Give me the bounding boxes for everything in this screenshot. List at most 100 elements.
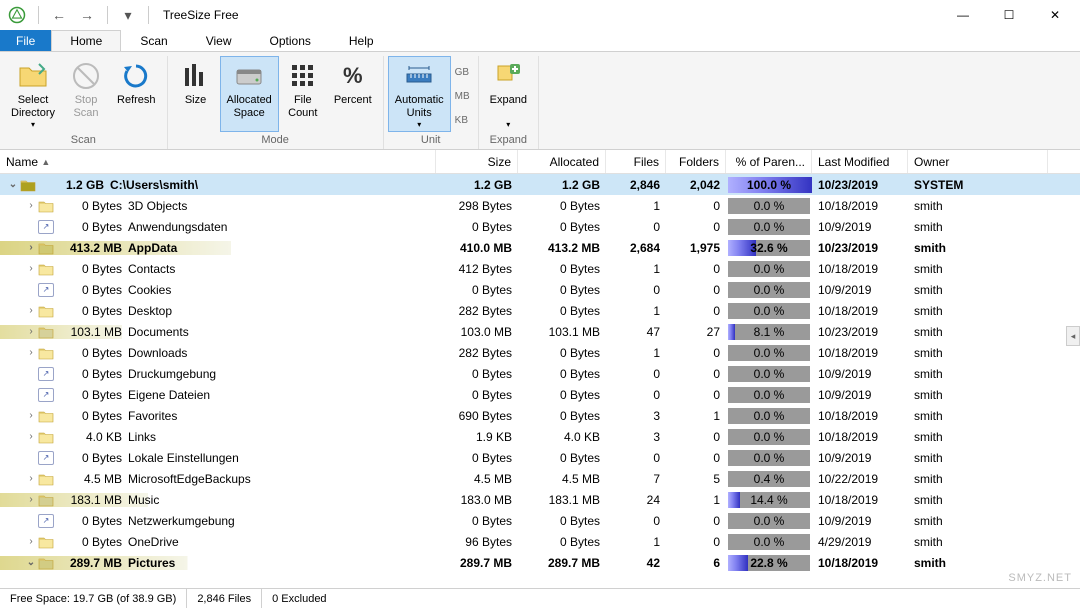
row-name: OneDrive (128, 535, 179, 549)
expander-icon[interactable]: ⌄ (6, 179, 20, 190)
expander-icon[interactable]: › (24, 242, 38, 253)
mode-filecount-button[interactable]: File Count (279, 56, 327, 132)
expander-icon[interactable]: › (24, 305, 38, 316)
tree-row[interactable]: 0 BytesNetzwerkumgebung0 Bytes0 Bytes000… (0, 510, 1080, 531)
folder-icon (38, 535, 54, 549)
mode-size-button[interactable]: Size (172, 56, 220, 132)
row-name: Favorites (128, 409, 177, 423)
row-name: MicrosoftEdgeBackups (128, 472, 251, 486)
expander-icon[interactable]: › (24, 263, 38, 274)
folder-icon (38, 472, 54, 486)
expander-icon[interactable]: › (24, 410, 38, 421)
stop-scan-button[interactable]: Stop Scan (62, 56, 110, 132)
folder-icon (38, 556, 54, 570)
tree-row[interactable]: 0 BytesEigene Dateien0 Bytes0 Bytes000.0… (0, 384, 1080, 405)
junction-icon (38, 283, 54, 297)
ribbon-group-scan: Select Directory▾ Stop Scan Refresh Scan (0, 56, 168, 149)
row-name: Druckumgebung (128, 367, 216, 381)
tab-help[interactable]: Help (330, 30, 393, 51)
app-logo-icon (6, 4, 28, 26)
expander-icon[interactable]: ⌄ (24, 557, 38, 568)
select-directory-button[interactable]: Select Directory▾ (4, 56, 62, 132)
folder-icon (38, 199, 54, 213)
col-owner[interactable]: Owner (908, 150, 1048, 173)
tree-row[interactable]: 0 BytesAnwendungsdaten0 Bytes0 Bytes000.… (0, 216, 1080, 237)
tree-row[interactable]: 0 BytesCookies0 Bytes0 Bytes000.0 %10/9/… (0, 279, 1080, 300)
expander-icon[interactable]: › (24, 200, 38, 211)
col-folders[interactable]: Folders (666, 150, 726, 173)
row-name: Desktop (128, 304, 172, 318)
expander-icon[interactable]: › (24, 431, 38, 442)
expander-icon[interactable]: › (24, 536, 38, 547)
tree-row[interactable]: ›183.1 MBMusic183.0 MB183.1 MB24114.4 %1… (0, 489, 1080, 510)
row-name: Anwendungsdaten (128, 220, 227, 234)
unit-mb[interactable]: MB (453, 90, 472, 103)
folder-icon (38, 430, 54, 444)
separator (107, 6, 108, 24)
tab-options[interactable]: Options (251, 30, 330, 51)
unit-kb[interactable]: KB (453, 114, 472, 127)
col-size[interactable]: Size (436, 150, 518, 173)
tree-row[interactable]: 0 BytesDruckumgebung0 Bytes0 Bytes000.0 … (0, 363, 1080, 384)
forward-button[interactable]: → (75, 3, 99, 27)
col-percent[interactable]: % of Paren... (726, 150, 812, 173)
tab-view[interactable]: View (187, 30, 251, 51)
tree-row[interactable]: ⌄289.7 MBPictures289.7 MB289.7 MB42622.8… (0, 552, 1080, 573)
tree-row[interactable]: ›103.1 MBDocuments103.0 MB103.1 MB47278.… (0, 321, 1080, 342)
expander-icon[interactable]: › (24, 473, 38, 484)
tree-row[interactable]: ›4.5 MBMicrosoftEdgeBackups4.5 MB4.5 MB7… (0, 468, 1080, 489)
grid-body[interactable]: ⌄1.2 GBC:\Users\smith\1.2 GB1.2 GB2,8462… (0, 174, 1080, 588)
col-modified[interactable]: Last Modified (812, 150, 908, 173)
tree-row[interactable]: ›0 BytesDesktop282 Bytes0 Bytes100.0 %10… (0, 300, 1080, 321)
tree-row[interactable]: ›0 BytesOneDrive96 Bytes0 Bytes100.0 %4/… (0, 531, 1080, 552)
status-free-space: Free Space: 19.7 GB (of 38.9 GB) (0, 593, 186, 605)
folder-icon (20, 178, 36, 192)
tab-home[interactable]: Home (51, 30, 121, 51)
row-name: Pictures (128, 556, 175, 570)
row-name: Downloads (128, 346, 187, 360)
title-bar: ← → ▾ TreeSize Free — ☐ ✕ (0, 0, 1080, 30)
maximize-button[interactable]: ☐ (986, 0, 1032, 30)
back-button[interactable]: ← (47, 3, 71, 27)
ribbon-group-expand: Expand▾ Expand (479, 56, 539, 149)
expander-icon[interactable]: › (24, 347, 38, 358)
status-excluded: 0 Excluded (261, 589, 336, 608)
ribbon-group-mode: Size Allocated Space File Count % Percen… (168, 56, 384, 149)
mode-allocated-button[interactable]: Allocated Space (220, 56, 279, 132)
tree-row[interactable]: ⌄1.2 GBC:\Users\smith\1.2 GB1.2 GB2,8462… (0, 174, 1080, 195)
folder-icon (38, 262, 54, 276)
unit-automatic-button[interactable]: Automatic Units▾ (388, 56, 451, 132)
col-files[interactable]: Files (606, 150, 666, 173)
col-allocated[interactable]: Allocated (518, 150, 606, 173)
expand-button[interactable]: Expand▾ (483, 56, 534, 132)
grid-header: Name ▲ Size Allocated Files Folders % of… (0, 150, 1080, 174)
refresh-button[interactable]: Refresh (110, 56, 163, 132)
tree-row[interactable]: ›0 Bytes3D Objects298 Bytes0 Bytes100.0 … (0, 195, 1080, 216)
tree-grid: Name ▲ Size Allocated Files Folders % of… (0, 150, 1080, 588)
watermark: SMYZ.NET (1008, 572, 1072, 584)
tree-row[interactable]: ›0 BytesFavorites690 Bytes0 Bytes310.0 %… (0, 405, 1080, 426)
expander-icon[interactable]: › (24, 326, 38, 337)
dropdown-button[interactable]: ▾ (116, 3, 140, 27)
detail-panel-toggle[interactable]: ◂ (1066, 326, 1080, 346)
tree-row[interactable]: ›0 BytesDownloads282 Bytes0 Bytes100.0 %… (0, 342, 1080, 363)
expander-icon[interactable]: › (24, 494, 38, 505)
col-name[interactable]: Name ▲ (0, 150, 436, 173)
row-name: Netzwerkumgebung (128, 514, 235, 528)
junction-icon (38, 367, 54, 381)
menu-bar: File Home Scan View Options Help (0, 30, 1080, 52)
row-name: Lokale Einstellungen (128, 451, 239, 465)
tree-row[interactable]: ›0 BytesContacts412 Bytes0 Bytes100.0 %1… (0, 258, 1080, 279)
window-title: TreeSize Free (163, 8, 239, 22)
tab-scan[interactable]: Scan (121, 30, 186, 51)
tree-row[interactable]: 0 BytesLokale Einstellungen0 Bytes0 Byte… (0, 447, 1080, 468)
file-menu[interactable]: File (0, 30, 51, 51)
tree-row[interactable]: ›413.2 MBAppData410.0 MB413.2 MB2,6841,9… (0, 237, 1080, 258)
unit-gb[interactable]: GB (453, 66, 472, 79)
tree-row[interactable]: ›4.0 KBLinks1.9 KB4.0 KB300.0 %10/18/201… (0, 426, 1080, 447)
minimize-button[interactable]: — (940, 0, 986, 30)
mode-percent-button[interactable]: % Percent (327, 56, 379, 132)
status-file-count: 2,846 Files (186, 589, 261, 608)
close-button[interactable]: ✕ (1032, 0, 1078, 30)
row-name: Links (128, 430, 156, 444)
